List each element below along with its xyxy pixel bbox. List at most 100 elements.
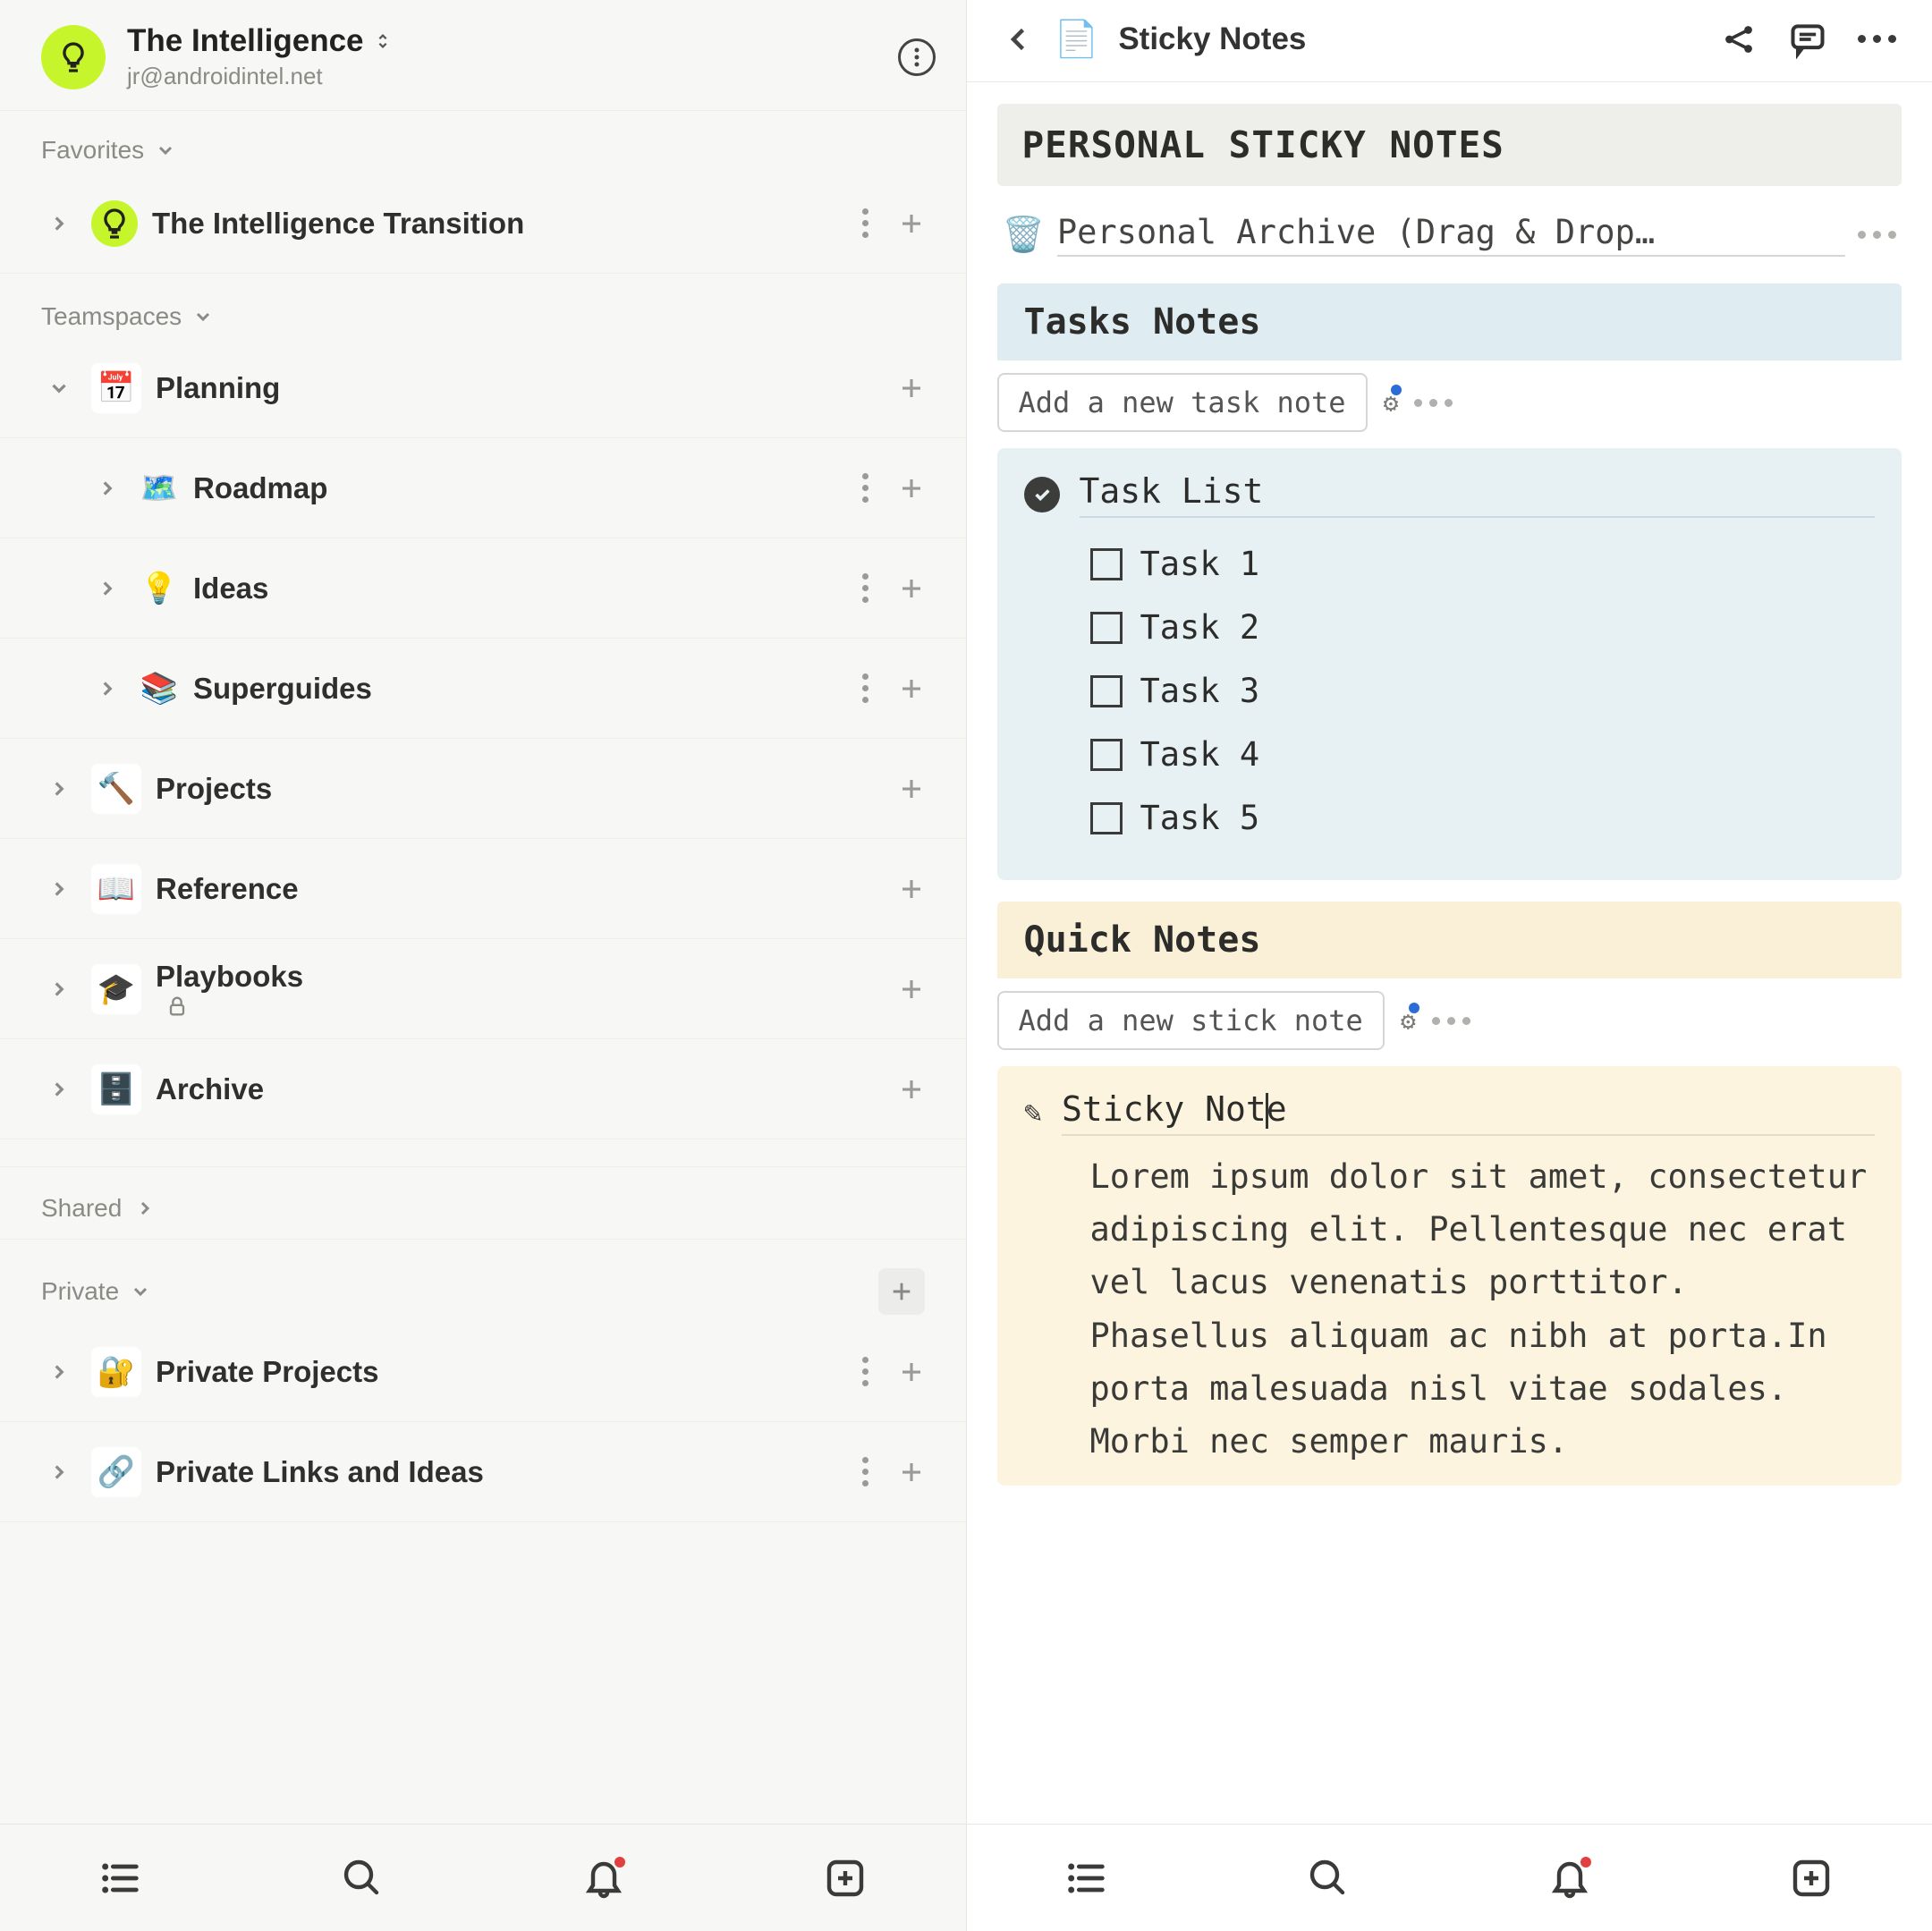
chevron-right-icon bbox=[47, 212, 71, 235]
item-add-button[interactable] bbox=[898, 475, 925, 502]
item-add-button[interactable] bbox=[898, 375, 925, 402]
task-item[interactable]: Task 2 bbox=[1024, 596, 1876, 659]
nav-notifications-button[interactable] bbox=[1543, 1851, 1597, 1905]
share-icon[interactable] bbox=[1720, 21, 1758, 58]
lock-icon bbox=[165, 994, 190, 1019]
quick-note-title[interactable]: Sticky Note bbox=[1062, 1089, 1875, 1136]
checkbox[interactable] bbox=[1090, 548, 1123, 580]
task-item[interactable]: Task 4 bbox=[1024, 723, 1876, 786]
item-add-button[interactable] bbox=[898, 876, 925, 902]
sidebar-item[interactable]: 📚 Superguides bbox=[0, 639, 966, 739]
more-button[interactable] bbox=[1858, 35, 1896, 43]
gear-icon[interactable]: ⚙ bbox=[1384, 388, 1399, 418]
switcher-icon[interactable] bbox=[373, 31, 393, 51]
archive-more-button[interactable] bbox=[1858, 231, 1896, 239]
tasks-more-button[interactable] bbox=[1414, 399, 1453, 407]
sidebar-item[interactable]: 🗄️ Archive bbox=[0, 1039, 966, 1139]
bottom-bar-right bbox=[967, 1824, 1932, 1931]
quick-more-button[interactable] bbox=[1432, 1017, 1470, 1025]
add-task-note-button[interactable]: Add a new task note bbox=[997, 373, 1368, 432]
checkbox[interactable] bbox=[1090, 739, 1123, 771]
plus-icon bbox=[898, 876, 925, 902]
nav-notifications-button[interactable] bbox=[577, 1851, 631, 1905]
trash-icon: 🗑️ bbox=[1003, 215, 1045, 255]
plus-icon bbox=[898, 1359, 925, 1385]
plus-icon bbox=[898, 475, 925, 502]
item-add-button[interactable] bbox=[898, 1359, 925, 1385]
back-button[interactable] bbox=[1003, 23, 1035, 55]
page-icon: 💡 bbox=[140, 563, 179, 614]
nav-list-button[interactable] bbox=[94, 1851, 148, 1905]
chevron-right-icon bbox=[47, 978, 71, 1001]
task-item[interactable]: Task 5 bbox=[1024, 786, 1876, 850]
section-private[interactable]: Private bbox=[0, 1240, 966, 1322]
checkbox[interactable] bbox=[1090, 802, 1123, 834]
sidebar-item[interactable]: 🔨 Projects bbox=[0, 739, 966, 839]
favorites-label: Favorites bbox=[41, 136, 144, 165]
checkbox[interactable] bbox=[1090, 675, 1123, 707]
section-favorites[interactable]: Favorites bbox=[0, 111, 966, 174]
bottom-bar bbox=[0, 1824, 966, 1931]
sidebar-item[interactable]: 🎓 Playbooks bbox=[0, 939, 966, 1039]
page-icon: 🔨 bbox=[91, 764, 141, 814]
sidebar-item[interactable]: 🔐 Private Projects bbox=[0, 1322, 966, 1422]
page-icon: 📖 bbox=[91, 864, 141, 914]
gear-icon[interactable]: ⚙ bbox=[1401, 1006, 1416, 1036]
sidebar-item[interactable]: 📖 Reference bbox=[0, 839, 966, 939]
item-add-button[interactable] bbox=[898, 1076, 925, 1103]
comment-icon[interactable] bbox=[1788, 20, 1827, 59]
sidebar-panel: The Intelligence jr@androidintel.net Fav… bbox=[0, 0, 967, 1931]
item-add-button[interactable] bbox=[898, 575, 925, 602]
doc-icon: 📄 bbox=[1055, 18, 1099, 60]
nav-search-button[interactable] bbox=[1301, 1851, 1355, 1905]
item-more-button[interactable] bbox=[852, 567, 880, 610]
page-icon: 🔗 bbox=[91, 1447, 141, 1497]
nav-list-button[interactable] bbox=[1060, 1851, 1114, 1905]
item-more-button[interactable] bbox=[852, 467, 880, 510]
workspace-header[interactable]: The Intelligence jr@androidintel.net bbox=[0, 0, 966, 111]
sidebar-item[interactable]: 🔗 Private Links and Ideas bbox=[0, 1422, 966, 1522]
section-shared[interactable]: Shared bbox=[0, 1166, 966, 1240]
item-add-button[interactable] bbox=[898, 775, 925, 802]
doc-title[interactable]: Sticky Notes bbox=[1118, 21, 1700, 57]
sidebar-item[interactable]: The Intelligence Transition bbox=[0, 174, 966, 274]
chevron-right-icon bbox=[96, 677, 119, 700]
task-label: Task 1 bbox=[1140, 545, 1260, 583]
item-add-button[interactable] bbox=[898, 976, 925, 1003]
section-teamspaces[interactable]: Teamspaces bbox=[0, 274, 966, 338]
sidebar-item[interactable]: 🗺️ Roadmap bbox=[0, 438, 966, 538]
item-add-button[interactable] bbox=[898, 1459, 925, 1486]
sidebar-item[interactable]: 📅 Planning bbox=[0, 338, 966, 438]
plus-icon bbox=[898, 976, 925, 1003]
nav-search-button[interactable] bbox=[335, 1851, 389, 1905]
chevron-down-icon bbox=[192, 306, 214, 327]
archive-row[interactable]: 🗑️ Personal Archive (Drag & Drop… bbox=[997, 207, 1902, 262]
item-add-button[interactable] bbox=[898, 210, 925, 237]
pencil-icon: ✎ bbox=[1024, 1095, 1042, 1131]
item-more-button[interactable] bbox=[852, 1351, 880, 1393]
quick-note-body[interactable]: Lorem ipsum dolor sit amet, consectetur … bbox=[1024, 1150, 1876, 1468]
add-private-button[interactable] bbox=[878, 1268, 925, 1315]
item-more-button[interactable] bbox=[852, 1451, 880, 1494]
nav-add-button[interactable] bbox=[818, 1851, 872, 1905]
task-item[interactable]: Task 1 bbox=[1024, 532, 1876, 596]
info-button[interactable] bbox=[898, 38, 936, 76]
doc-header: 📄 Sticky Notes bbox=[967, 0, 1932, 82]
sidebar-item[interactable]: 💡 Ideas bbox=[0, 538, 966, 639]
nav-add-button[interactable] bbox=[1784, 1851, 1838, 1905]
page-icon: 🗺️ bbox=[140, 463, 179, 513]
chevron-right-icon bbox=[47, 1078, 71, 1101]
task-item[interactable]: Task 3 bbox=[1024, 659, 1876, 723]
add-quick-note-button[interactable]: Add a new stick note bbox=[997, 991, 1385, 1050]
sidebar-item-label: Private Links and Ideas bbox=[156, 1455, 837, 1489]
checkbox[interactable] bbox=[1090, 612, 1123, 644]
task-list-title[interactable]: Task List bbox=[1080, 471, 1876, 518]
item-more-button[interactable] bbox=[852, 667, 880, 710]
item-more-button[interactable] bbox=[852, 202, 880, 245]
document-panel: 📄 Sticky Notes PERSONAL STICKY NOTES 🗑️ … bbox=[967, 0, 1932, 1931]
sidebar-item-label: Ideas bbox=[193, 572, 837, 606]
chevron-down-icon bbox=[155, 140, 176, 161]
task-label: Task 4 bbox=[1140, 735, 1260, 774]
item-add-button[interactable] bbox=[898, 675, 925, 702]
task-label: Task 3 bbox=[1140, 672, 1260, 710]
